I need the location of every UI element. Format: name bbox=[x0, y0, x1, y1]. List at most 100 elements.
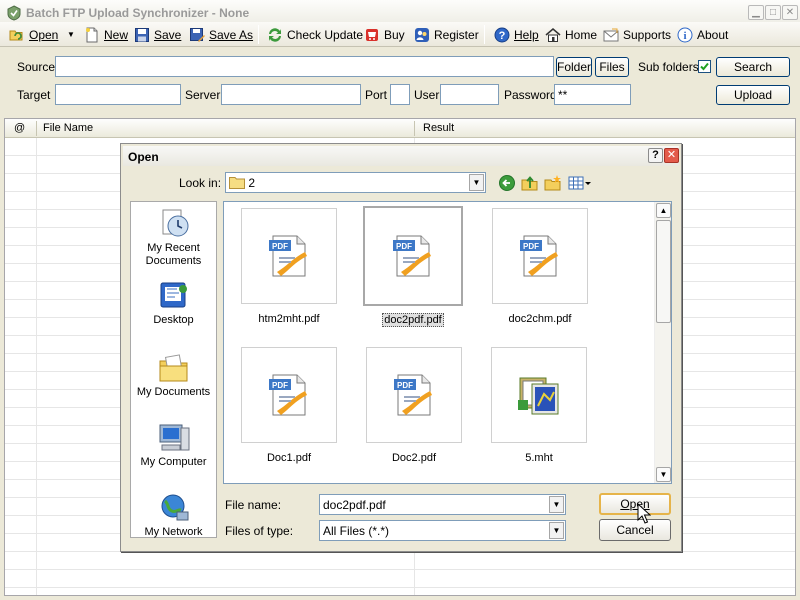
open-folder-icon bbox=[9, 30, 23, 40]
scroll-thumb[interactable] bbox=[656, 220, 671, 323]
grid-header: @ File Name Result bbox=[5, 119, 795, 138]
pdf-file-icon: PDF bbox=[520, 235, 558, 277]
file-type-label: Files of type: bbox=[225, 524, 294, 538]
file-item[interactable]: PDF Doc2.pdf bbox=[359, 347, 469, 464]
toolbar-separator bbox=[484, 25, 485, 44]
svg-text:PDF: PDF bbox=[396, 242, 412, 251]
svg-text:i: i bbox=[683, 30, 686, 42]
supports-button[interactable]: Supports bbox=[603, 25, 671, 44]
file-item[interactable]: PDF htm2mht.pdf bbox=[234, 208, 344, 325]
col-at-header[interactable]: @ bbox=[14, 122, 25, 134]
dialog-cancel-button[interactable]: Cancel bbox=[599, 519, 671, 541]
open-button[interactable]: Open bbox=[9, 25, 58, 44]
view-menu-icon[interactable] bbox=[568, 174, 592, 192]
minimize-button[interactable]: ▁ bbox=[748, 5, 764, 20]
save-as-icon bbox=[190, 27, 205, 42]
port-input[interactable] bbox=[390, 84, 410, 105]
file-type-select[interactable]: All Files (*.*) ▼ bbox=[319, 520, 566, 541]
place-recent-documents[interactable]: My Recent Documents bbox=[131, 208, 216, 268]
update-arrows-icon bbox=[269, 27, 281, 42]
dialog-help-button[interactable]: ? bbox=[648, 148, 663, 163]
help-icon: ? bbox=[494, 27, 510, 42]
server-label: Server bbox=[185, 88, 221, 102]
upload-button[interactable]: Upload bbox=[716, 85, 790, 105]
col-file-name-header[interactable]: File Name bbox=[43, 122, 93, 134]
mail-envelope-icon bbox=[603, 28, 619, 41]
new-document-icon bbox=[86, 27, 98, 42]
desktop-icon bbox=[160, 282, 187, 308]
col-result-header[interactable]: Result bbox=[423, 122, 454, 134]
my-documents-icon bbox=[159, 354, 187, 382]
pdf-file-icon: PDF bbox=[269, 374, 307, 416]
column-divider[interactable] bbox=[414, 121, 415, 136]
mht-file-icon bbox=[518, 377, 559, 415]
info-icon: i bbox=[677, 27, 693, 42]
file-name-input[interactable]: doc2pdf.pdf ▼ bbox=[319, 494, 566, 515]
dialog-open-button[interactable]: Open bbox=[599, 493, 671, 515]
toolbar: Open ▼ New Save Save As Check Update Buy… bbox=[0, 22, 800, 47]
help-button[interactable]: ? Help bbox=[494, 25, 539, 44]
server-input[interactable] bbox=[221, 84, 361, 105]
place-my-documents[interactable]: My Documents bbox=[131, 352, 216, 399]
close-button[interactable]: ✕ bbox=[782, 5, 798, 20]
places-bar: My Recent Documents Desktop My Documents bbox=[130, 201, 217, 538]
pdf-file-icon: PDF bbox=[394, 374, 432, 416]
scroll-up-button[interactable]: ▲ bbox=[656, 203, 671, 218]
file-item-selected[interactable]: PDF doc2pdf.pdf bbox=[358, 206, 468, 327]
dialog-title: Open bbox=[128, 150, 159, 164]
port-label: Port bbox=[365, 88, 388, 102]
home-button[interactable]: Home bbox=[545, 25, 597, 44]
user-label: User bbox=[414, 88, 440, 102]
toolbar-separator bbox=[258, 25, 259, 44]
subfolders-checkbox[interactable] bbox=[698, 60, 711, 73]
folder-button[interactable]: Folder bbox=[556, 57, 592, 77]
file-item[interactable]: PDF doc2chm.pdf bbox=[485, 208, 595, 325]
svg-text:PDF: PDF bbox=[397, 381, 413, 390]
dialog-close-button[interactable]: ✕ bbox=[664, 148, 679, 163]
home-icon bbox=[545, 27, 561, 42]
file-name-label: File name: bbox=[225, 498, 282, 512]
target-label: Target bbox=[17, 88, 51, 102]
new-folder-icon[interactable] bbox=[544, 174, 562, 192]
search-button[interactable]: Search bbox=[716, 57, 790, 77]
password-input[interactable]: ** bbox=[554, 84, 631, 105]
svg-text:PDF: PDF bbox=[272, 242, 288, 251]
open-dialog: Open ? ✕ Look in: 2 ▼ My Recent Document… bbox=[120, 143, 682, 552]
back-arrow-icon[interactable] bbox=[498, 174, 516, 192]
source-input[interactable] bbox=[55, 56, 554, 77]
column-divider[interactable] bbox=[36, 121, 37, 136]
save-as-button[interactable]: Save As bbox=[189, 25, 253, 44]
save-button[interactable]: Save bbox=[134, 25, 181, 44]
about-button[interactable]: i About bbox=[677, 25, 728, 44]
scroll-down-button[interactable]: ▼ bbox=[656, 467, 671, 482]
up-folder-icon[interactable] bbox=[521, 174, 539, 192]
my-network-icon bbox=[161, 494, 188, 521]
svg-text:PDF: PDF bbox=[523, 242, 539, 251]
chevron-down-icon[interactable]: ▼ bbox=[549, 522, 564, 539]
place-my-computer[interactable]: My Computer bbox=[131, 422, 216, 469]
files-button[interactable]: Files bbox=[595, 57, 629, 77]
open-dropdown-arrow[interactable]: ▼ bbox=[67, 25, 75, 44]
maximize-button[interactable]: □ bbox=[765, 5, 781, 20]
file-list-scrollbar[interactable]: ▲ ▼ bbox=[654, 202, 671, 483]
file-list: PDF htm2mht.pdf PDF doc2pdf.pdf PDF doc2… bbox=[223, 201, 672, 484]
file-item[interactable]: PDF Doc1.pdf bbox=[234, 347, 344, 464]
file-item[interactable]: 5.mht bbox=[484, 347, 594, 464]
password-label: Password bbox=[504, 88, 557, 102]
recent-documents-icon bbox=[162, 209, 188, 237]
check-update-button[interactable]: Check Update bbox=[267, 25, 363, 44]
new-button[interactable]: New bbox=[84, 25, 128, 44]
place-desktop[interactable]: Desktop bbox=[131, 280, 216, 327]
look-in-select[interactable]: 2 ▼ bbox=[225, 172, 486, 193]
register-button[interactable]: Register bbox=[414, 25, 479, 44]
chevron-down-icon[interactable]: ▼ bbox=[469, 174, 484, 191]
svg-text:PDF: PDF bbox=[272, 381, 288, 390]
chevron-down-icon[interactable]: ▼ bbox=[549, 496, 564, 513]
place-my-network[interactable]: My Network bbox=[131, 492, 216, 539]
user-input[interactable] bbox=[440, 84, 499, 105]
my-computer-icon bbox=[159, 424, 189, 451]
target-input[interactable] bbox=[55, 84, 181, 105]
pdf-file-icon: PDF bbox=[393, 235, 431, 277]
grid-column-line bbox=[36, 138, 37, 595]
buy-button[interactable]: Buy bbox=[364, 25, 405, 44]
